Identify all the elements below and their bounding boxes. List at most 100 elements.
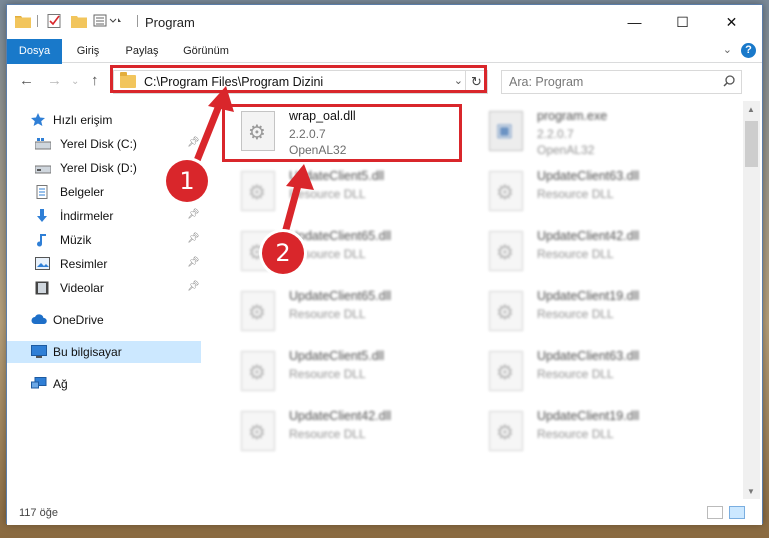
tab-paylas[interactable]: Paylaş [117, 39, 167, 63]
file-item[interactable]: UpdateClient63.dll Resource DLL [471, 167, 711, 223]
properties-check-icon[interactable] [47, 14, 63, 28]
up-arrow-icon[interactable]: ↑ [91, 72, 99, 89]
sidebar-item-label: Resimler [60, 257, 108, 271]
music-icon [35, 233, 49, 247]
computer-icon [31, 345, 47, 358]
forward-arrow-icon[interactable]: → [47, 72, 62, 89]
file-type: Resource DLL [537, 187, 614, 201]
sidebar-item-label: Hızlı erişim [53, 113, 113, 127]
sidebar-item-label: Müzik [60, 233, 92, 247]
file-item[interactable]: UpdateClient5.dll Resource DLL [223, 347, 463, 403]
details-view-icon[interactable] [707, 506, 723, 519]
file-type: Resource DLL [289, 187, 366, 201]
drive-icon [34, 161, 52, 174]
pin-icon[interactable]: 📌︎ [187, 233, 200, 244]
minimize-button[interactable]: — [612, 5, 657, 39]
file-item[interactable]: UpdateClient19.dll Resource DLL [471, 287, 711, 343]
sidebar-item-label: Ağ [53, 377, 68, 391]
pin-icon[interactable]: 📌︎ [187, 209, 200, 220]
status-bar: 117 öğe [7, 501, 762, 525]
scroll-down-icon[interactable]: ▼ [747, 487, 755, 496]
dll-gear-icon [241, 171, 275, 211]
window-title: Program [145, 15, 195, 30]
file-item[interactable]: UpdateClient63.dll Resource DLL [471, 347, 711, 403]
dll-gear-icon [241, 411, 275, 451]
pictures-icon [35, 257, 50, 270]
chevron-down-icon[interactable]: ⌄ [723, 43, 732, 56]
file-description: OpenAL32 [537, 143, 595, 157]
file-item-program-exe[interactable]: program.exe 2.2.0.7 OpenAL32 [471, 107, 711, 163]
file-highlight-box [222, 104, 462, 162]
sidebar-item-label: Belgeler [60, 185, 105, 199]
file-item[interactable]: UpdateClient65.dll Resource DLL [223, 287, 463, 343]
file-version: 2.2.0.7 [537, 127, 574, 141]
file-type: Resource DLL [289, 307, 366, 321]
sidebar-item-network[interactable]: Ağ [7, 373, 201, 395]
help-icon[interactable]: ? [741, 43, 756, 58]
file-name: UpdateClient5.dll [289, 169, 385, 183]
file-type: Resource DLL [537, 247, 614, 261]
tab-giris[interactable]: Giriş [67, 39, 109, 63]
file-item[interactable]: UpdateClient42.dll Resource DLL [223, 407, 463, 463]
callout-badge-2: 2 [262, 232, 304, 274]
file-name: UpdateClient65.dll [289, 229, 392, 243]
file-item[interactable]: UpdateClient5.dll Resource DLL [223, 167, 463, 223]
search-input[interactable]: Ara: Program [509, 75, 583, 89]
file-name: UpdateClient42.dll [289, 409, 392, 423]
file-name: UpdateClient63.dll [537, 349, 640, 363]
file-item[interactable]: UpdateClient19.dll Resource DLL [471, 407, 711, 463]
ribbon-tabs: Dosya Giriş Paylaş Görünüm ⌄ ? [7, 39, 762, 95]
file-name: UpdateClient5.dll [289, 349, 385, 363]
download-icon [35, 209, 49, 222]
large-icons-view-icon[interactable] [729, 506, 745, 519]
file-type: Resource DLL [537, 367, 614, 381]
vertical-scrollbar[interactable]: ▲ ▼ [743, 101, 760, 499]
maximize-button[interactable]: ☐ [660, 5, 705, 39]
sidebar-item-downloads[interactable]: İndirmeler 📌︎ [7, 205, 201, 227]
file-name: UpdateClient65.dll [289, 289, 392, 303]
pin-icon[interactable]: 📌︎ [187, 257, 200, 268]
file-name: UpdateClient42.dll [537, 229, 640, 243]
sidebar-item-onedrive[interactable]: OneDrive [7, 309, 201, 331]
customize-toolbar-icon[interactable] [93, 14, 123, 28]
sidebar-item-this-pc[interactable]: Bu bilgisayar [7, 341, 201, 363]
file-name: program.exe [537, 109, 608, 123]
dll-gear-icon [489, 411, 523, 451]
star-icon [31, 113, 45, 126]
dll-gear-icon [489, 171, 523, 211]
dll-gear-icon [241, 351, 275, 391]
sidebar-item-quick-access[interactable]: Hızlı erişim [7, 109, 201, 131]
search-box[interactable]: Ara: Program [501, 70, 742, 94]
dll-gear-icon [489, 291, 523, 331]
file-name: UpdateClient19.dll [537, 289, 640, 303]
toolbar-separator [137, 15, 138, 27]
sidebar-item-label: Bu bilgisayar [53, 345, 122, 359]
new-folder-icon[interactable] [71, 14, 87, 28]
item-count: 117 öğe [19, 507, 58, 519]
sidebar-item-pictures[interactable]: Resimler 📌︎ [7, 253, 201, 275]
folder-icon[interactable] [15, 14, 31, 28]
file-item[interactable]: UpdateClient65.dll Resource DLL [223, 227, 463, 283]
sidebar-item-disk-c[interactable]: Yerel Disk (C:) 📌︎ [7, 133, 201, 155]
sidebar-item-music[interactable]: Müzik 📌︎ [7, 229, 201, 251]
address-highlight-box [110, 65, 487, 93]
scroll-up-icon[interactable]: ▲ [747, 105, 755, 114]
dll-gear-icon [241, 291, 275, 331]
exe-icon [489, 111, 523, 151]
back-arrow-icon[interactable]: ← [19, 72, 34, 89]
tab-gorunum[interactable]: Görünüm [175, 39, 237, 63]
pin-icon[interactable]: 📌︎ [187, 281, 200, 292]
file-item[interactable]: UpdateClient42.dll Resource DLL [471, 227, 711, 283]
file-type: Resource DLL [289, 367, 366, 381]
title-bar: Program — ☐ ✕ [7, 5, 762, 39]
file-type: Resource DLL [289, 427, 366, 441]
search-icon[interactable] [723, 75, 735, 90]
pin-icon[interactable]: 📌︎ [187, 137, 200, 148]
close-button[interactable]: ✕ [709, 5, 754, 39]
recent-locations-icon[interactable]: ⌄ [71, 76, 79, 87]
scrollbar-thumb[interactable] [745, 121, 758, 167]
documents-icon [35, 185, 49, 199]
file-name: UpdateClient19.dll [537, 409, 640, 423]
cloud-icon [31, 313, 47, 326]
sidebar-item-videos[interactable]: Videolar 📌︎ [7, 277, 201, 299]
